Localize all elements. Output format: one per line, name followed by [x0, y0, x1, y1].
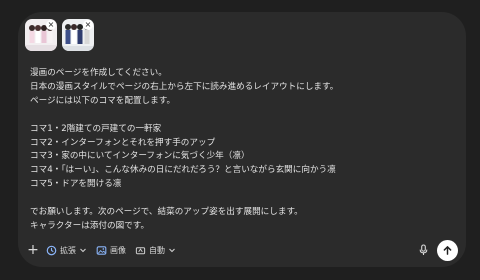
prompt-line: コマ1・2階建ての戸建ての一軒家 — [30, 123, 162, 134]
add-attachment-button[interactable]: + — [27, 243, 39, 257]
prompt-text[interactable]: 漫画のページを作成してください。 日本の漫画スタイルでページの右上から左下に読み… — [30, 67, 455, 234]
arrow-up-icon — [443, 245, 452, 255]
extend-tool-icon — [46, 245, 57, 255]
image-tool-button[interactable]: 画像 — [96, 245, 126, 256]
send-button[interactable] — [437, 239, 458, 261]
remove-attachment-1-icon[interactable]: × — [46, 20, 56, 30]
prompt-line — [30, 192, 455, 206]
input-toolbar: + 拡張 画像 自動 — [27, 239, 458, 261]
microphone-button[interactable] — [418, 244, 429, 256]
image-tool-icon — [96, 245, 107, 255]
attachment-list: × × — [25, 19, 94, 51]
prompt-line: でお願いします。次のページで、結菜のアップ姿を出す展開にします。 — [30, 207, 303, 218]
prompt-line: キャラクターは添付の図です。 — [30, 220, 150, 231]
prompt-line: コマ3・家の中にいてインターフォンに気づく少年（凛） — [30, 151, 250, 162]
prompt-line: コマ2・インターフォンとそれを押す手のアップ — [30, 137, 216, 148]
prompt-input-card[interactable]: × × 漫画のページを作成してください。 日本の漫画スタイルでページの右上から左… — [18, 12, 466, 267]
attachment-thumbnail-2[interactable]: × — [62, 19, 94, 51]
prompt-line — [30, 109, 455, 123]
chevron-down-icon — [169, 248, 175, 253]
prompt-line: 日本の漫画スタイルでページの右上から左下に読み進めるレイアウトにします。 — [30, 81, 339, 92]
auto-mode-icon — [135, 246, 146, 254]
prompt-line: コマ4・「はーい」、こんな休みの日にだれだろう？と言いながら玄関に向かう凛 — [30, 165, 336, 176]
remove-attachment-2-icon[interactable]: × — [83, 20, 93, 30]
extend-tool-label: 拡張 — [60, 245, 76, 255]
prompt-line: 漫画のページを作成してください。 — [30, 68, 167, 78]
auto-mode-label: 自動 — [149, 245, 165, 255]
chevron-down-icon — [80, 248, 86, 253]
auto-mode-selector[interactable]: 自動 — [135, 245, 176, 256]
prompt-line: コマ5・ドアを開ける凛 — [30, 179, 122, 190]
image-tool-label: 画像 — [110, 245, 126, 255]
extend-tool-button[interactable]: 拡張 — [46, 245, 87, 256]
prompt-line: ページには以下のコマを配置します。 — [30, 95, 176, 106]
attachment-thumbnail-1[interactable]: × — [25, 19, 57, 51]
microphone-icon — [419, 244, 428, 255]
